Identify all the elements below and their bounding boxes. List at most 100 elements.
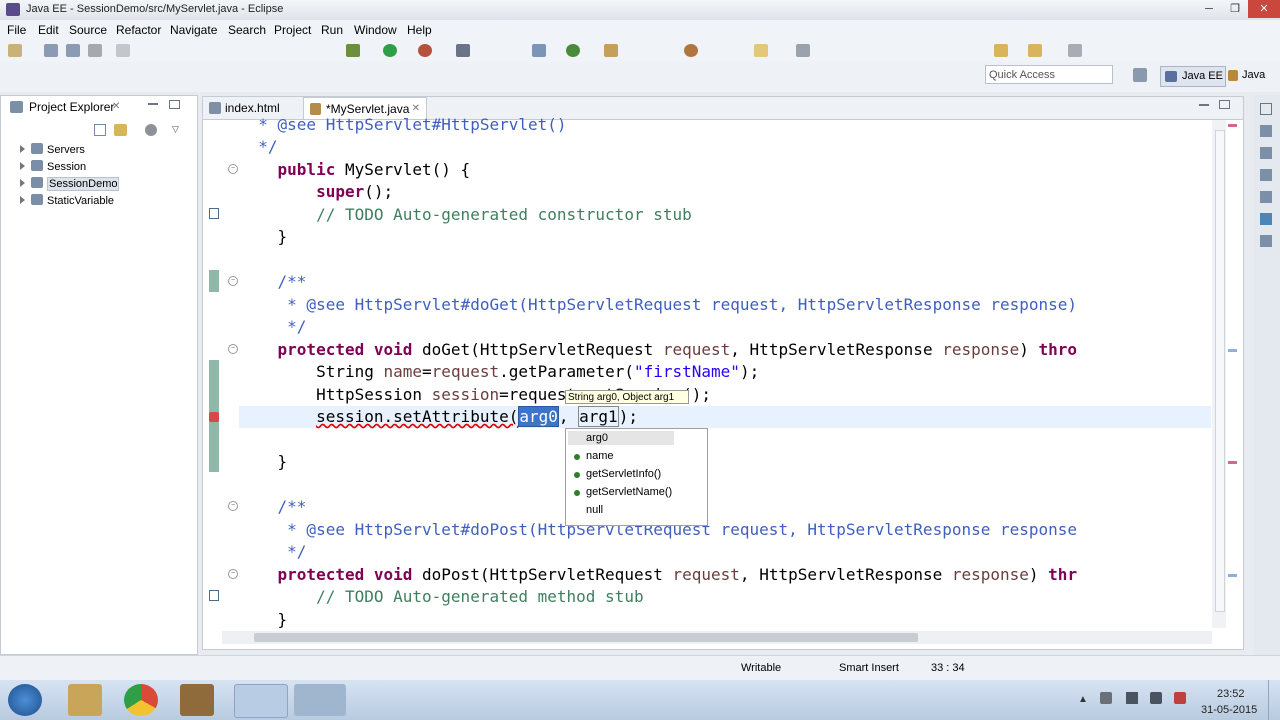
- code-line-5[interactable]: // TODO Auto-generated constructor stub: [239, 204, 692, 226]
- code-line-23[interactable]: }: [239, 609, 288, 631]
- file-explorer-icon[interactable]: [68, 684, 102, 716]
- tree-item-servers[interactable]: Servers: [20, 143, 85, 156]
- assist-item-arg0[interactable]: arg0: [586, 432, 608, 444]
- view-menu-icon[interactable]: ▽: [172, 124, 179, 135]
- assist-item-getservletname[interactable]: getServletName(): [586, 486, 672, 498]
- quick-access-input[interactable]: Quick Access: [985, 65, 1113, 84]
- open-perspective-icon[interactable]: [1133, 68, 1147, 82]
- save-icon[interactable]: [44, 44, 58, 57]
- link-with-editor-icon[interactable]: [114, 124, 127, 136]
- toggle-mark-occurrences-icon[interactable]: [754, 44, 768, 57]
- new-java-project-icon[interactable]: [532, 44, 546, 57]
- open-type-icon[interactable]: [604, 44, 618, 57]
- menu-project[interactable]: Project: [274, 23, 311, 37]
- run-icon[interactable]: [383, 44, 397, 57]
- eclipse-taskbar-icon[interactable]: [234, 684, 288, 718]
- servers-view-icon[interactable]: [1260, 191, 1272, 203]
- expand-icon[interactable]: [20, 162, 25, 170]
- new-icon[interactable]: [8, 44, 22, 57]
- minimize-view-icon[interactable]: [148, 103, 158, 105]
- debug-icon[interactable]: [346, 44, 360, 57]
- menu-window[interactable]: Window: [354, 23, 397, 37]
- network-icon[interactable]: [1126, 692, 1138, 704]
- recorder-app-icon[interactable]: [294, 684, 346, 716]
- maximize-button[interactable]: ❐: [1222, 0, 1248, 18]
- volume-icon[interactable]: [1150, 692, 1162, 704]
- tree-item-staticvariable[interactable]: StaticVariable: [20, 194, 114, 207]
- code-line-1[interactable]: * @see HttpServlet#HttpServlet(): [239, 114, 566, 136]
- outline-view-icon[interactable]: [1260, 125, 1272, 137]
- code-line-9[interactable]: * @see HttpServlet#doGet(HttpServletRequ…: [239, 294, 1077, 316]
- search-icon[interactable]: [684, 44, 698, 57]
- minimize-editor-icon[interactable]: [1199, 104, 1209, 106]
- code-line-6[interactable]: }: [239, 226, 288, 248]
- menu-help[interactable]: Help: [407, 23, 432, 37]
- code-line-10[interactable]: */: [239, 316, 306, 338]
- console-view-icon[interactable]: [1260, 213, 1272, 225]
- menu-refactor[interactable]: Refactor: [116, 23, 161, 37]
- assist-item-name[interactable]: name: [586, 450, 614, 462]
- back-icon[interactable]: [994, 44, 1008, 57]
- fold-icon[interactable]: −: [228, 276, 238, 286]
- scroll-thumb[interactable]: [1215, 130, 1225, 612]
- forward-icon[interactable]: [1028, 44, 1042, 57]
- collapse-all-icon[interactable]: [94, 124, 106, 136]
- console-icon[interactable]: [116, 44, 130, 57]
- error-icon[interactable]: [209, 412, 219, 422]
- assist-item-getservletinfo[interactable]: getServletInfo(): [586, 468, 661, 480]
- perspective-java[interactable]: Java: [1228, 66, 1280, 85]
- fold-icon[interactable]: −: [228, 344, 238, 354]
- code-line-21[interactable]: protected void doPost(HttpServletRequest…: [239, 564, 1078, 586]
- code-line-20[interactable]: */: [239, 541, 306, 563]
- markers-view-icon[interactable]: [1260, 147, 1272, 159]
- vertical-scrollbar[interactable]: [1212, 120, 1226, 628]
- minimize-button[interactable]: ─: [1196, 0, 1222, 18]
- task-icon[interactable]: [209, 208, 219, 219]
- start-button-icon[interactable]: [8, 684, 42, 716]
- expand-icon[interactable]: [20, 179, 25, 187]
- code-line-14[interactable]: session.setAttribute(arg0, arg1);: [239, 406, 638, 428]
- progress-view-icon[interactable]: [1260, 235, 1272, 247]
- code-line-16[interactable]: }: [239, 451, 288, 473]
- show-desktop-button[interactable]: [1268, 680, 1280, 720]
- chrome-icon[interactable]: [124, 684, 158, 716]
- fold-icon[interactable]: −: [228, 569, 238, 579]
- menu-file[interactable]: File: [7, 23, 26, 37]
- tray-app-icon[interactable]: [1174, 692, 1186, 704]
- pin-editor-icon[interactable]: [1068, 44, 1082, 57]
- print-icon[interactable]: [88, 44, 102, 57]
- archive-app-icon[interactable]: [180, 684, 214, 716]
- expand-icon[interactable]: [20, 145, 25, 153]
- menu-source[interactable]: Source: [69, 23, 107, 37]
- menu-search[interactable]: Search: [228, 23, 266, 37]
- assist-item-null[interactable]: null: [586, 504, 603, 516]
- run-external-icon[interactable]: [418, 44, 432, 57]
- code-line-18[interactable]: /**: [239, 496, 307, 518]
- code-line-11[interactable]: protected void doGet(HttpServletRequest …: [239, 339, 1078, 361]
- code-line-3[interactable]: public MyServlet() {: [239, 159, 471, 181]
- save-all-icon[interactable]: [66, 44, 80, 57]
- horizontal-scroll-thumb[interactable]: [254, 633, 918, 642]
- filter-icon[interactable]: [145, 124, 157, 136]
- tray-arrow-icon[interactable]: ▲: [1078, 694, 1088, 705]
- properties-view-icon[interactable]: [1260, 169, 1272, 181]
- expand-icon[interactable]: [20, 196, 25, 204]
- perspective-java-ee[interactable]: Java EE: [1160, 66, 1226, 87]
- tray-icon[interactable]: [1100, 692, 1112, 704]
- restore-icon[interactable]: [1260, 103, 1272, 115]
- code-line-12[interactable]: String name=request.getParameter("firstN…: [239, 361, 759, 383]
- show-whitespace-icon[interactable]: [796, 44, 810, 57]
- server-icon[interactable]: [456, 44, 470, 57]
- maximize-editor-icon[interactable]: [1219, 100, 1230, 109]
- task-icon[interactable]: [209, 590, 219, 601]
- menu-edit[interactable]: Edit: [38, 23, 59, 37]
- code-line-2[interactable]: */: [239, 136, 277, 158]
- clock-date[interactable]: 31-05-2015: [1201, 704, 1257, 716]
- code-line-22[interactable]: // TODO Auto-generated method stub: [239, 586, 644, 608]
- new-class-icon[interactable]: [566, 44, 580, 57]
- fold-icon[interactable]: −: [228, 164, 238, 174]
- close-button[interactable]: ✕: [1248, 0, 1280, 18]
- maximize-view-icon[interactable]: [169, 100, 180, 109]
- tree-item-session[interactable]: Session: [20, 160, 86, 173]
- code-line-4[interactable]: super();: [239, 181, 393, 203]
